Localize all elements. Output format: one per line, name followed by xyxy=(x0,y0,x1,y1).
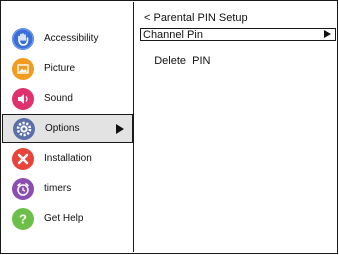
picture-icon xyxy=(12,58,34,80)
submenu-arrow-icon xyxy=(116,124,124,134)
accessibility-hand-icon xyxy=(12,28,34,50)
menu-item-picture[interactable]: Picture xyxy=(2,54,133,83)
help-icon: ? xyxy=(12,208,34,230)
menu-item-label: Installation xyxy=(44,153,92,164)
menu-item-timers[interactable]: timers xyxy=(2,174,133,203)
menu-item-label: timers xyxy=(44,183,72,194)
alarm-clock-icon xyxy=(12,178,34,200)
option-label: Channel Pin xyxy=(143,29,203,41)
menu-item-label: Accessibility xyxy=(44,33,99,44)
parental-pin-panel: < Parental PIN Setup Channel Pin Delete … xyxy=(138,0,336,250)
menu-item-accessibility[interactable]: Accessibility xyxy=(2,24,133,53)
speaker-icon xyxy=(12,88,34,110)
option-label: Delete PIN xyxy=(154,55,211,67)
menu-item-installation[interactable]: Installation xyxy=(2,144,133,173)
menu-item-options[interactable]: Options xyxy=(2,114,133,143)
menu-item-label: Picture xyxy=(44,63,76,74)
tools-icon xyxy=(12,148,34,170)
menu-item-label: Sound xyxy=(44,93,73,104)
main-menu-sidebar: Accessibility Picture Sound Options Inst… xyxy=(2,2,134,252)
gear-icon xyxy=(13,118,35,140)
option-delete-pin[interactable]: Delete PIN xyxy=(140,43,336,67)
option-channel-pin[interactable]: Channel Pin xyxy=(140,28,336,41)
menu-item-label: Get Help xyxy=(44,213,84,224)
menu-item-get-help[interactable]: ? Get Help xyxy=(2,204,133,233)
panel-title-back[interactable]: < Parental PIN Setup xyxy=(144,12,248,24)
svg-text:?: ? xyxy=(19,212,27,227)
menu-item-label: Options xyxy=(45,123,80,134)
submenu-arrow-icon xyxy=(324,30,331,38)
menu-item-sound[interactable]: Sound xyxy=(2,84,133,113)
